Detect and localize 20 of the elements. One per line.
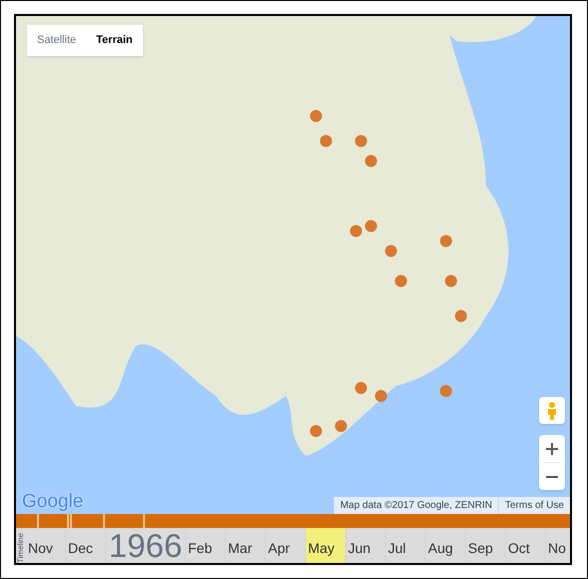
month-cell[interactable]: May bbox=[306, 528, 346, 563]
month-cell[interactable]: Jul bbox=[386, 528, 426, 563]
month-cell[interactable]: Feb bbox=[186, 528, 226, 563]
month-cell[interactable]: Jun bbox=[346, 528, 386, 563]
map-data-text: Map data ©2017 Google, ZENRIN bbox=[339, 499, 494, 513]
map-type-tab[interactable]: Terrain bbox=[86, 25, 143, 56]
month-cell[interactable]: Sep bbox=[466, 528, 506, 563]
timeline-label: Timeline bbox=[15, 533, 26, 563]
plus-icon bbox=[546, 442, 558, 454]
google-logo: Google bbox=[22, 490, 84, 514]
month-cell[interactable]: Apr bbox=[266, 528, 306, 563]
month-cell[interactable]: Aug bbox=[426, 528, 466, 563]
minus-icon bbox=[546, 476, 558, 478]
person-icon bbox=[546, 400, 558, 420]
month-cell[interactable]: Nov bbox=[26, 528, 66, 563]
year-label: 1966 bbox=[108, 529, 182, 563]
month-cell[interactable]: Mar bbox=[226, 528, 266, 563]
month-cell[interactable]: Dec bbox=[66, 528, 106, 563]
month-cell[interactable]: Oct bbox=[506, 528, 546, 563]
map-type-tab[interactable]: Satellite bbox=[27, 25, 86, 56]
